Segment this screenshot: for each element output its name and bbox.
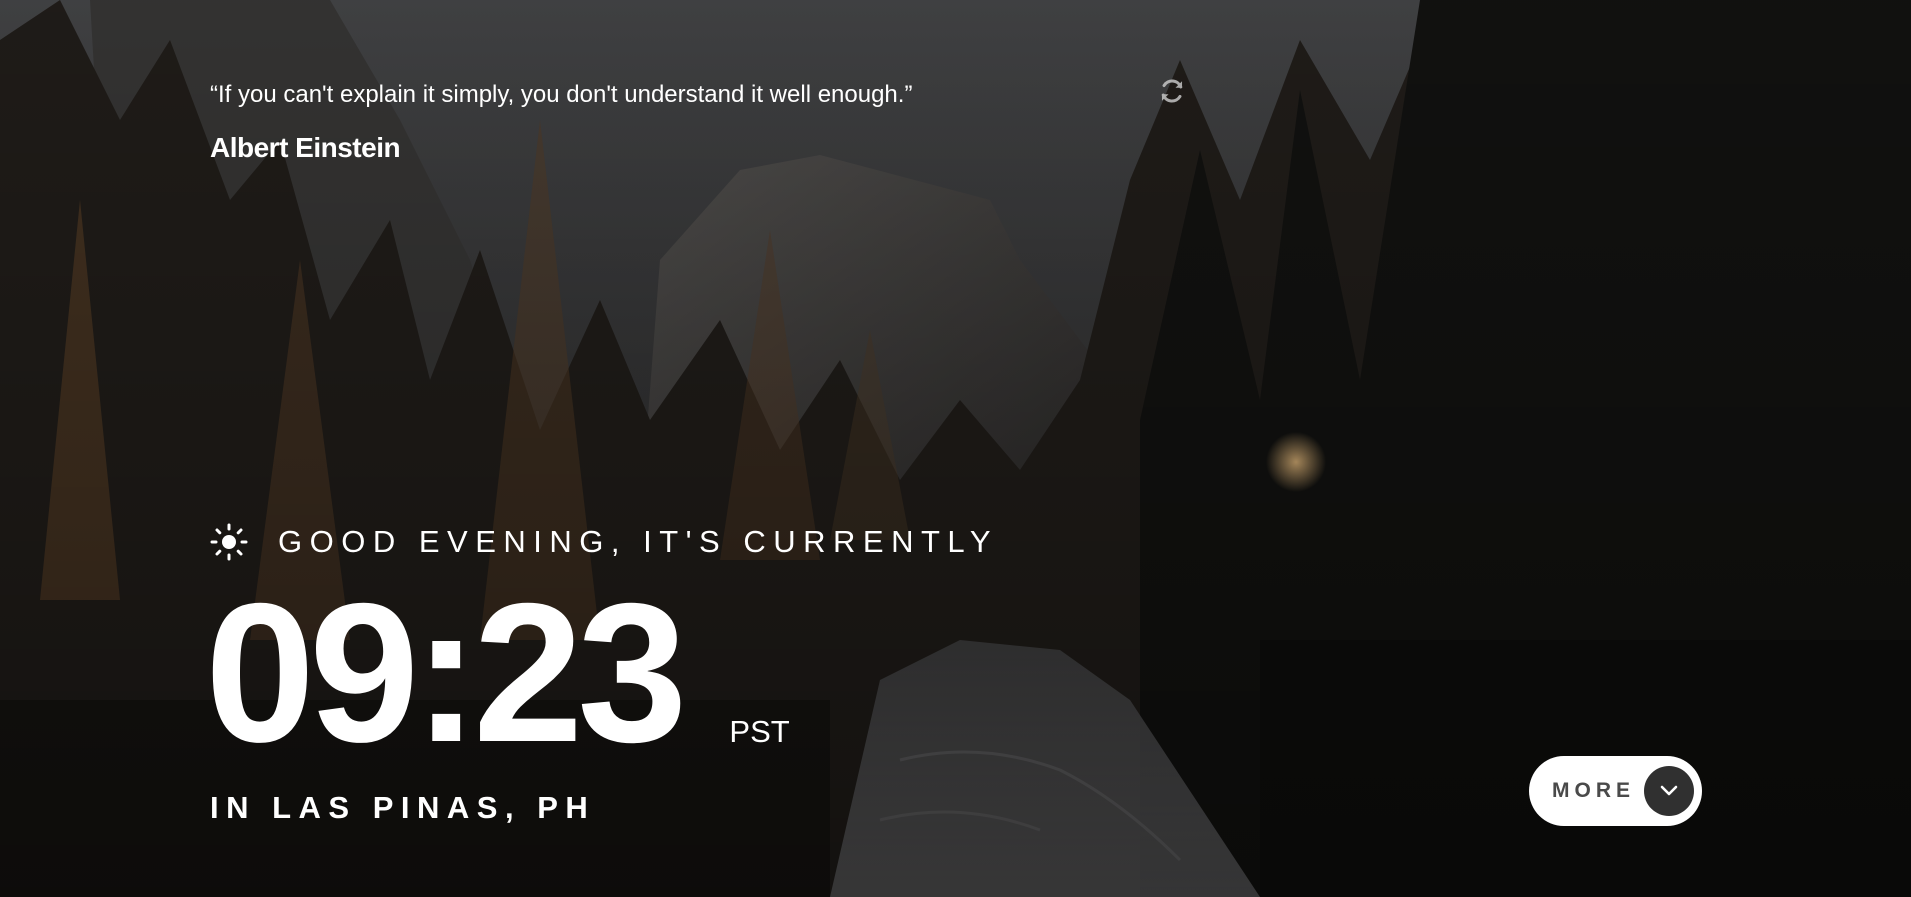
quote-author: Albert Einstein bbox=[210, 132, 401, 163]
greeting-text: GOOD EVENING, IT'S CURRENTLY bbox=[278, 524, 999, 559]
more-button-toggle bbox=[1644, 766, 1694, 816]
timezone-label: PST bbox=[729, 714, 790, 749]
quote-text: “If you can't explain it simply, you don… bbox=[210, 81, 913, 108]
more-button[interactable]: MORE bbox=[1529, 756, 1702, 826]
quote-block: “If you can't explain it simply, you don… bbox=[210, 78, 1200, 164]
greeting-row: GOOD EVENING, IT'S CURRENTLY bbox=[210, 523, 998, 561]
more-button-label: MORE bbox=[1552, 779, 1635, 802]
chevron-down-icon bbox=[1660, 785, 1678, 796]
time-row: 09:23 PST bbox=[205, 562, 790, 783]
refresh-icon bbox=[1161, 79, 1183, 103]
sun-icon bbox=[210, 523, 248, 561]
current-time: 09:23 bbox=[205, 562, 687, 783]
refresh-quote-button[interactable] bbox=[1158, 77, 1186, 105]
location-label: IN LAS PINAS, PH bbox=[210, 790, 596, 825]
